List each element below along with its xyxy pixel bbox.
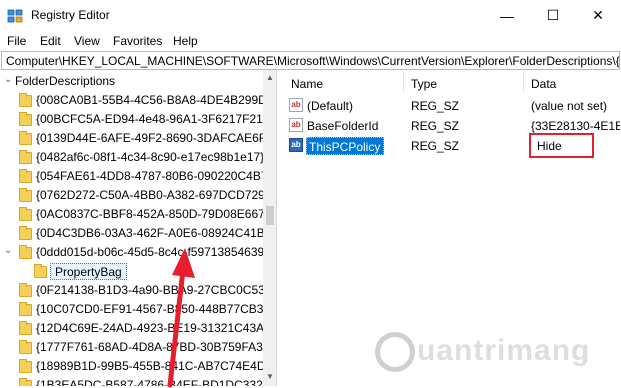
folder-icon (19, 169, 32, 183)
value-type: REG_SZ (411, 139, 460, 153)
watermark-text: uantrimang (417, 334, 591, 367)
value-name: (Default) (307, 99, 354, 113)
list-header: Name Type Data (278, 70, 620, 96)
folder-icon (19, 378, 32, 386)
tree-item[interactable]: {0F214138-B1D3-4a90-BBA9-27CBC0C5389A (1, 281, 263, 300)
menu-edit[interactable]: Edit (40, 34, 61, 48)
key-tree-pane[interactable]: ⌄ FolderDescriptions {008CA0B1-55B4-4C56… (1, 70, 277, 386)
tree-item-label: {0AC0837C-BBF8-452A-850D-79D08E667CA (36, 207, 263, 221)
value-name: BaseFolderId (307, 119, 379, 133)
folder-icon (19, 207, 32, 221)
menu-bar: File Edit View Favorites Help (0, 31, 621, 51)
folder-icon (19, 340, 32, 354)
folder-icon (19, 131, 32, 145)
menu-help[interactable]: Help (173, 34, 198, 48)
folder-icon (34, 264, 47, 278)
tree-item-label: {054FAE61-4DD8-4787-80B6-090220C4B700 (36, 169, 263, 183)
scroll-thumb[interactable] (266, 206, 274, 225)
annotation-highlight-box (529, 133, 594, 158)
tree-item[interactable]: {1B3EA5DC-B587-4786-B4EF-BD1DC332AEA (1, 376, 263, 386)
value-type: REG_SZ (411, 119, 460, 133)
value-data: (value not set) (531, 99, 608, 113)
folder-icon (19, 321, 32, 335)
tree-item-expanded[interactable]: ⌄ {0ddd015d-b06c-45d5-8c4c-f59713854639} (1, 243, 263, 262)
column-divider[interactable] (523, 72, 524, 92)
collapse-icon[interactable]: ⌄ (4, 74, 12, 85)
value-row[interactable]: ab (Default) REG_SZ (value not set) (278, 96, 620, 116)
tree-item-selected[interactable]: PropertyBag (1, 262, 263, 281)
value-name: ThisPCPolicy (306, 137, 385, 155)
folder-icon (19, 226, 32, 240)
title-bar: Registry Editor — ☐ ✕ (0, 0, 621, 31)
close-button[interactable]: ✕ (575, 0, 621, 31)
address-bar[interactable]: Computer\HKEY_LOCAL_MACHINE\SOFTWARE\Mic… (1, 51, 620, 70)
tree-item[interactable]: {008CA0B1-55B4-4C56-B8A8-4DE4B299D3B (1, 91, 263, 110)
scroll-up-icon[interactable]: ▲ (265, 73, 275, 82)
tree-item[interactable]: {10C07CD0-EF91-4567-B850-448B77CB37F9 (1, 300, 263, 319)
folder-icon (19, 245, 32, 259)
tree-item-label: {0139D44E-6AFE-49F2-8690-3DAFCAE6FFB (36, 131, 263, 145)
tree-item[interactable]: {1777F761-68AD-4D8A-87BD-30B759FA33DI (1, 338, 263, 357)
menu-view[interactable]: View (74, 34, 100, 48)
column-type-header[interactable]: Type (411, 77, 437, 91)
string-value-icon: ab (289, 138, 303, 152)
maximize-button[interactable]: ☐ (530, 0, 576, 31)
string-value-icon: ab (289, 98, 303, 112)
tree-item[interactable]: {18989B1D-99B5-455B-841C-AB7C74E4DDF (1, 357, 263, 376)
tree-item[interactable]: {0D4C3DB6-03A3-462F-A0E6-08924C41B5D (1, 224, 263, 243)
tree-item-label: FolderDescriptions (15, 74, 116, 88)
menu-file[interactable]: File (7, 34, 26, 48)
scroll-down-icon[interactable]: ▼ (265, 372, 275, 381)
column-divider[interactable] (403, 72, 404, 92)
tree-vertical-scrollbar[interactable]: ▲ ▼ (263, 70, 276, 386)
tree-item[interactable]: {0AC0837C-BBF8-452A-850D-79D08E667CA (1, 205, 263, 224)
folder-icon (19, 359, 32, 373)
value-type: REG_SZ (411, 99, 460, 113)
folder-icon (19, 93, 32, 107)
tree-item[interactable]: {0762D272-C50A-4BB0-A382-697DCD729B8 (1, 186, 263, 205)
collapse-icon[interactable]: ⌄ (4, 245, 12, 256)
tree-item[interactable]: {0482af6c-08f1-4c34-8c90-e17ec98b1e17} (1, 148, 263, 167)
column-data-header[interactable]: Data (531, 77, 556, 91)
registry-editor-icon (7, 9, 23, 23)
watermark-logo: uantrimang (375, 332, 595, 376)
folder-icon (19, 150, 32, 164)
tree-item-label: {0762D272-C50A-4BB0-A382-697DCD729B8 (36, 188, 263, 202)
watermark-circle-icon (375, 332, 415, 372)
window-title: Registry Editor (31, 8, 110, 22)
tree-root-node[interactable]: ⌄ FolderDescriptions (1, 72, 263, 91)
value-data: {33E28130-4E1E-4 (531, 119, 620, 133)
folder-icon (19, 188, 32, 202)
selected-key-label: PropertyBag (50, 263, 127, 280)
tree-item-label: {008CA0B1-55B4-4C56-B8A8-4DE4B299D3B (36, 93, 263, 107)
folder-icon (19, 283, 32, 297)
tree-item[interactable]: {0139D44E-6AFE-49F2-8690-3DAFCAE6FFB (1, 129, 263, 148)
tree-item[interactable]: {054FAE61-4DD8-4787-80B6-090220C4B700 (1, 167, 263, 186)
tree-item-label: {00BCFC5A-ED94-4e48-96A1-3F6217F21990 (36, 112, 263, 126)
folder-icon (19, 112, 32, 126)
menu-favorites[interactable]: Favorites (113, 34, 162, 48)
folder-icon (19, 302, 32, 316)
minimize-button[interactable]: — (484, 0, 530, 31)
tree-item-label: {0482af6c-08f1-4c34-8c90-e17ec98b1e17} (36, 150, 263, 164)
column-name-header[interactable]: Name (291, 77, 323, 91)
annotation-arrow (167, 248, 195, 388)
tree-item[interactable]: {00BCFC5A-ED94-4e48-96A1-3F6217F21990 (1, 110, 263, 129)
tree-item[interactable]: {12D4C69E-24AD-4923-BE19-31321C43A767 (1, 319, 263, 338)
string-value-icon: ab (289, 118, 303, 132)
